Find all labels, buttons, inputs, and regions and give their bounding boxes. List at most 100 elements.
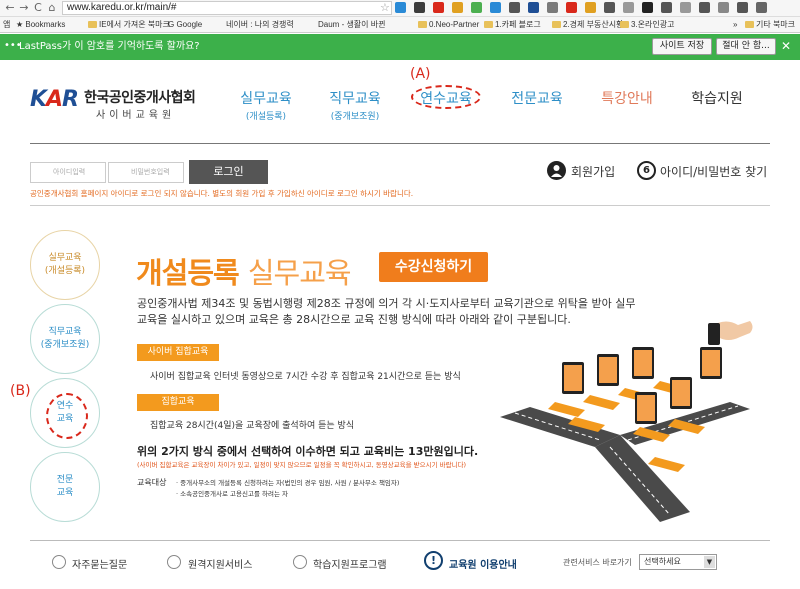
forward-icon[interactable]: →	[17, 1, 31, 15]
extension-icon[interactable]	[528, 2, 539, 13]
find-account-link[interactable]: 아이디/비밀번호 찾기	[660, 163, 767, 180]
extension-icon[interactable]	[452, 2, 463, 13]
folder-icon	[620, 21, 629, 28]
folder-icon	[418, 21, 427, 28]
nav-item[interactable]: 특강안내	[587, 88, 667, 108]
bookmark-item[interactable]: 기타 북마크	[745, 18, 795, 32]
target-item: · 소속공인중개사로 고용신고를 하려는 자	[176, 490, 288, 498]
never-button[interactable]: 절대 안 함...	[716, 38, 776, 55]
info-icon[interactable]: !	[424, 551, 443, 570]
extension-icon[interactable]	[547, 2, 558, 13]
extension-icon[interactable]	[680, 2, 691, 13]
side-menu-item[interactable]: 전문 교육	[30, 452, 100, 522]
nav-item[interactable]: 실무교육	[226, 88, 306, 108]
id-input[interactable]: 아이디입력	[30, 162, 106, 183]
bookmark-item[interactable]: G Google	[168, 18, 202, 32]
nav-item-sub[interactable]: (중개보조원)	[315, 109, 395, 122]
faq-icon[interactable]	[52, 555, 66, 569]
chevron-down-icon[interactable]: ▼	[704, 556, 715, 568]
lastpass-message: LastPass가 이 암호를 기억하도록 할까요?	[19, 41, 200, 52]
extension-icon[interactable]	[414, 2, 425, 13]
extension-icon[interactable]	[433, 2, 444, 13]
extension-icon[interactable]	[642, 2, 653, 13]
related-select-value: 선택하세요	[644, 557, 681, 566]
related-service-select[interactable]: 선택하세요 ▼	[639, 554, 717, 570]
related-service-label: 관련서비스 바로가기	[563, 558, 632, 567]
method-desc-group: 집합교육 28시간(4일)을 교육장에 출석하여 듣는 방식	[150, 421, 355, 431]
target-label: 교육대상	[137, 478, 167, 487]
method-tag-group: 집합교육	[137, 394, 219, 411]
address-bar[interactable]: www.karedu.or.kr/main/#	[62, 1, 392, 15]
close-icon[interactable]: ✕	[781, 39, 791, 53]
footer-divider	[30, 540, 770, 541]
bookmark-item[interactable]: 0.Neo-Partner	[418, 18, 479, 32]
notice-divider	[30, 205, 770, 206]
bookmark-item[interactable]: 네이버 : 나의 경쟁력	[226, 18, 294, 32]
method-desc-cyber: 사이버 집합교육 인터넷 동영상으로 7시간 수강 후 집합교육 21시간으로 …	[150, 372, 461, 382]
home-icon[interactable]: ⌂	[45, 1, 59, 15]
nav-item-sub[interactable]: (개설등록)	[226, 109, 306, 122]
side-menu-item[interactable]: 직무교육 (중개보조원)	[30, 304, 100, 374]
logo-subtitle: 사이버교육원	[96, 110, 176, 121]
password-input[interactable]: 비밀번호입력	[108, 162, 184, 183]
bookmark-label: Daum - 생활이 바뀐	[318, 20, 386, 29]
bookmark-item[interactable]: ★ Bookmarks	[16, 18, 65, 32]
logo-mark[interactable]: K A R	[30, 84, 80, 112]
header-divider	[30, 143, 770, 144]
save-site-button[interactable]: 사이트 저장	[652, 38, 712, 55]
faq-link[interactable]: 자주묻는질문	[72, 556, 127, 571]
education-illustration	[500, 321, 753, 522]
logo-title[interactable]: 한국공인중개사협회	[84, 87, 196, 107]
bookmark-label: 2.경제 부동산시황	[563, 20, 624, 29]
bookmark-item[interactable]: 앱	[3, 18, 10, 32]
login-button[interactable]: 로그인	[189, 160, 268, 184]
remote-support-icon[interactable]	[167, 555, 181, 569]
nav-item[interactable]: 전문교육	[497, 88, 577, 108]
title-part-2: 실무교육	[247, 256, 352, 290]
back-icon[interactable]: ←	[3, 1, 17, 15]
folder-icon	[745, 21, 754, 28]
bookmark-item[interactable]: 3.온라인광고	[620, 18, 674, 32]
annotation-a-circle	[411, 85, 481, 109]
browser-toolbar: ← → C ⌂ www.karedu.or.kr/main/# ☆	[0, 0, 800, 17]
svg-text:R: R	[62, 87, 79, 112]
extension-icon[interactable]	[566, 2, 577, 13]
bookmark-item[interactable]: »	[733, 18, 737, 32]
extension-icon[interactable]	[490, 2, 501, 13]
bookmark-item[interactable]: IE에서 가져온 북마크	[88, 18, 170, 32]
lock-icon[interactable]: 6	[637, 161, 656, 180]
remote-support-link[interactable]: 원격지원서비스	[188, 556, 252, 571]
extension-icon[interactable]	[699, 2, 710, 13]
bookmark-item[interactable]: 1.카페 블로그	[484, 18, 541, 32]
user-icon[interactable]	[547, 161, 566, 180]
bookmark-label: »	[733, 20, 738, 29]
extension-icon[interactable]	[623, 2, 634, 13]
side-menu-item[interactable]: 실무교육 (개설등록)	[30, 230, 100, 300]
extension-icon[interactable]	[604, 2, 615, 13]
road-segment	[595, 435, 690, 522]
annotation-b-circle	[46, 393, 88, 439]
extension-icon[interactable]	[661, 2, 672, 13]
bookmark-label: 앱	[3, 20, 11, 29]
apply-button[interactable]: 수강신청하기	[379, 252, 488, 282]
bookmark-item[interactable]: Daum - 생활이 바뀐	[318, 18, 385, 32]
star-icon[interactable]: ☆	[380, 1, 390, 15]
learning-program-link[interactable]: 학습지원프로그램	[313, 556, 387, 571]
extension-icon[interactable]	[718, 2, 729, 13]
extension-icon[interactable]	[756, 2, 767, 13]
nav-item[interactable]: 직무교육	[315, 88, 395, 108]
extension-icon[interactable]	[737, 2, 748, 13]
join-link[interactable]: 회원가입	[571, 163, 615, 180]
learning-program-icon[interactable]	[293, 555, 307, 569]
extension-icon[interactable]	[509, 2, 520, 13]
extension-icon[interactable]	[585, 2, 596, 13]
method-tag-cyber: 사이버 집합교육	[137, 344, 219, 361]
bookmark-item[interactable]: 2.경제 부동산시황	[552, 18, 623, 32]
guide-link[interactable]: 교육원 이용안내	[449, 556, 517, 571]
reload-icon[interactable]: C	[31, 1, 45, 15]
nav-item[interactable]: 학습지원	[677, 88, 757, 108]
extension-icon[interactable]	[471, 2, 482, 13]
lastpass-bar: ••• LastPass가 이 암호를 기억하도록 할까요? 사이트 저장 절대…	[0, 34, 800, 60]
login-notice: 공인중개사협회 홈페이지 아이디로 로그인 되지 않습니다. 별도의 회원 가입…	[30, 189, 414, 198]
extension-icon[interactable]	[395, 2, 406, 13]
